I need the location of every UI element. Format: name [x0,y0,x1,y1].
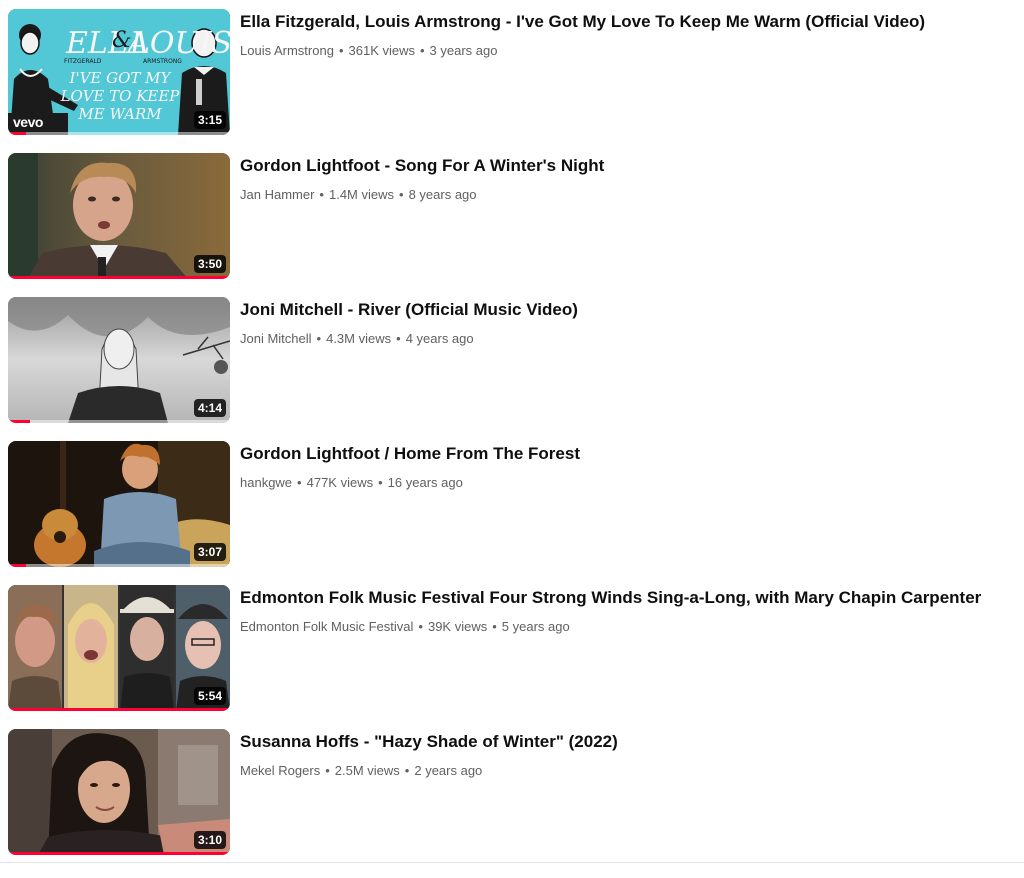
video-item[interactable]: ELLA & LOUIS FITZGERALD ARMSTRONG I'VE G… [8,9,1016,135]
thumb-surname-right: ARMSTRONG [143,58,182,65]
upload-age: 8 years ago [408,187,477,202]
thumb-song-line-3: ME WARM [77,105,162,123]
video-title[interactable]: Gordon Lightfoot / Home From The Forest [240,442,1010,466]
view-count: 4.3M views [326,331,392,346]
video-item[interactable]: 5:54 Edmonton Folk Music Festival Four S… [8,585,1016,711]
upload-age: 5 years ago [501,619,570,634]
watch-progress-fill [8,420,31,423]
separator-dot: • [319,187,324,202]
separator-dot: • [418,619,423,634]
separator-dot: • [419,43,425,58]
video-title[interactable]: Edmonton Folk Music Festival Four Strong… [240,586,1010,610]
thumb-song-line-1: I'VE GOT MY [69,69,173,87]
video-thumbnail[interactable]: 4:14 [8,297,230,423]
watch-progress-fill [8,276,230,279]
watch-progress [8,708,230,711]
watch-progress [8,852,230,855]
view-count: 39K views [427,619,488,634]
video-details: Gordon Lightfoot / Home From The Forest … [240,441,1010,492]
video-item[interactable]: 3:50 Gordon Lightfoot - Song For A Winte… [8,153,1016,279]
channel-name[interactable]: hankgwe [240,475,292,490]
duration-badge: 5:54 [193,687,226,705]
video-title[interactable]: Joni Mitchell - River (Official Music Vi… [240,298,1010,322]
watch-progress-fill [8,564,26,567]
separator-dot: • [325,763,330,778]
video-item[interactable]: 3:10 Susanna Hoffs - "Hazy Shade of Wint… [8,729,1016,855]
duration-badge: 3:10 [193,831,226,849]
vevo-logo: vevo [13,114,43,130]
video-details: Gordon Lightfoot - Song For A Winter's N… [240,153,1010,204]
thumb-surname-left: FITZGERALD [64,58,102,65]
view-count: 2.5M views [334,763,400,778]
watch-progress [8,564,230,567]
video-list: ELLA & LOUIS FITZGERALD ARMSTRONG I'VE G… [0,0,1024,878]
duration-badge: 3:15 [193,111,226,129]
channel-name[interactable]: Jan Hammer [240,187,314,202]
watch-progress-fill [8,132,26,135]
separator-dot: • [316,331,322,346]
thumb-song-line-2: LOVE TO KEEP [60,87,181,105]
video-title[interactable]: Gordon Lightfoot - Song For A Winter's N… [240,154,1010,178]
video-byline: Edmonton Folk Music Festival • 39K views • 5… [240,618,1010,636]
list-divider [0,862,1024,863]
channel-name[interactable]: Louis Armstrong [240,43,334,58]
separator-dot: • [492,619,497,634]
video-item[interactable]: 3:07 Gordon Lightfoot / Home From The Fo… [8,441,1016,567]
watch-progress-fill [8,852,230,855]
thumb-amp: & [112,28,132,53]
watch-progress [8,132,230,135]
view-count: 477K views [306,475,374,490]
channel-name[interactable]: Mekel Rogers [240,763,320,778]
upload-age: 4 years ago [405,331,474,346]
video-thumbnail[interactable]: ELLA & LOUIS FITZGERALD ARMSTRONG I'VE G… [8,9,230,135]
duration-badge: 3:50 [193,255,226,273]
watch-progress [8,420,230,423]
video-thumbnail[interactable]: 5:54 [8,585,230,711]
duration-badge: 3:07 [193,543,226,561]
video-details: Joni Mitchell - River (Official Music Vi… [240,297,1010,348]
video-byline: Louis Armstrong • 361K views • 3 years ago [240,42,1010,60]
separator-dot: • [396,331,401,346]
video-details: Edmonton Folk Music Festival Four Strong… [240,585,1010,636]
channel-name[interactable]: Edmonton Folk Music Festival [240,619,413,634]
video-thumbnail[interactable]: 3:07 [8,441,230,567]
view-count: 361K views [348,43,415,58]
video-byline: hankgwe • 477K views • 16 years ago [240,474,1010,492]
video-byline: Joni Mitchell • 4.3M views • 4 years ago [240,330,1010,348]
separator-dot: • [338,43,344,58]
thumb-name-right: LOUIS [129,26,230,61]
channel-name[interactable]: Joni Mitchell [240,331,312,346]
video-thumbnail[interactable]: 3:50 [8,153,230,279]
video-byline: Jan Hammer • 1.4M views • 8 years ago [240,186,1010,204]
video-details: Ella Fitzgerald, Louis Armstrong - I've … [240,9,1010,60]
separator-dot: • [297,475,302,490]
separator-dot: • [378,475,383,490]
upload-age: 3 years ago [429,43,498,58]
duration-badge: 4:14 [193,399,226,417]
video-title[interactable]: Ella Fitzgerald, Louis Armstrong - I've … [240,10,1010,34]
upload-age: 2 years ago [414,763,483,778]
watch-progress-fill [8,708,230,711]
video-item[interactable]: 4:14 Joni Mitchell - River (Official Mus… [8,297,1016,423]
video-thumbnail[interactable]: 3:10 [8,729,230,855]
view-count: 1.4M views [328,187,395,202]
watch-progress [8,276,230,279]
video-byline: Mekel Rogers • 2.5M views • 2 years ago [240,762,1010,780]
upload-age: 16 years ago [387,475,463,490]
video-title[interactable]: Susanna Hoffs - "Hazy Shade of Winter" (… [240,730,1010,754]
separator-dot: • [404,763,410,778]
separator-dot: • [399,187,404,202]
video-details: Susanna Hoffs - "Hazy Shade of Winter" (… [240,729,1010,780]
